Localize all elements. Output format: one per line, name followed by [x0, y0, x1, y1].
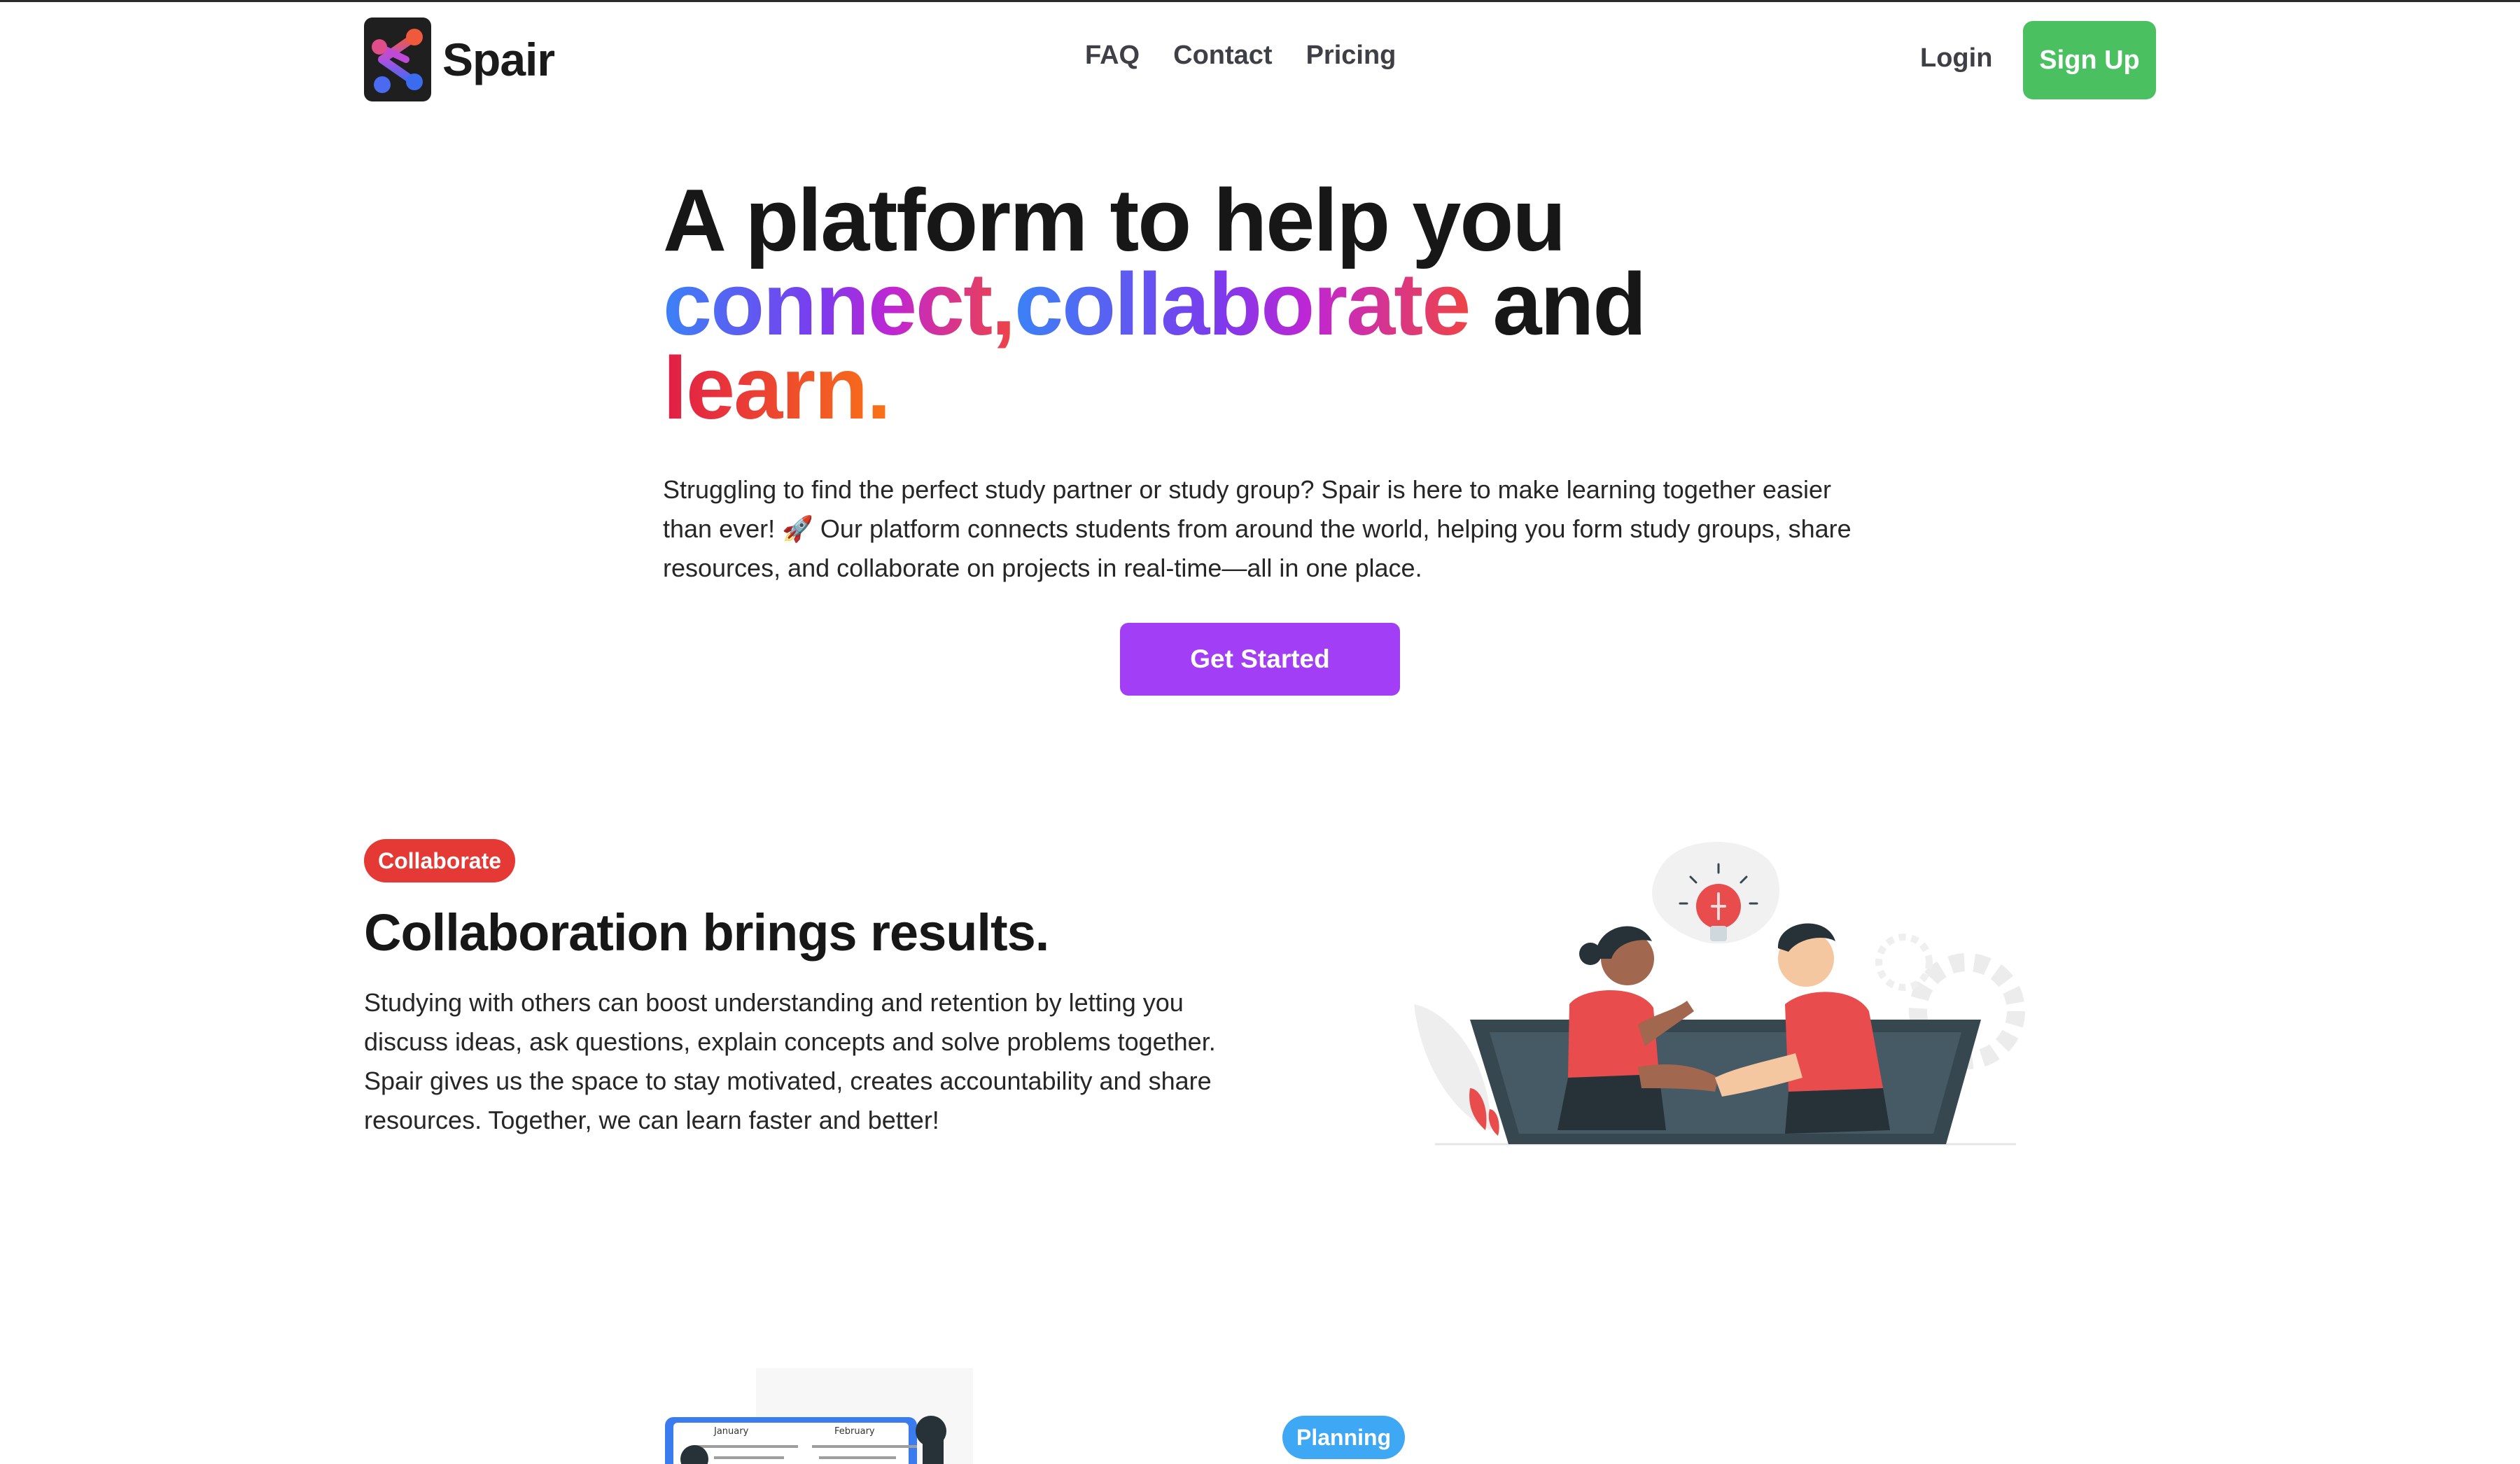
- planning-badge: Planning: [1282, 1416, 1406, 1459]
- collaborate-title: Collaboration brings results.: [364, 903, 1049, 962]
- calendar-month-january: January: [713, 1426, 749, 1437]
- hero-title-learn: learn.: [663, 339, 891, 437]
- hero-title-and: and: [1469, 255, 1646, 353]
- hero-description: Struggling to find the perfect study par…: [663, 475, 1851, 582]
- hero-section: A platform to help you connect,collabora…: [663, 176, 1923, 432]
- top-navbar: Spair FAQ Contact Pricing Login Sign Up: [0, 0, 2520, 119]
- nav-link-pricing[interactable]: Pricing: [1306, 41, 1396, 71]
- login-link[interactable]: Login: [1920, 43, 1992, 73]
- nav-link-contact[interactable]: Contact: [1173, 41, 1272, 71]
- hero-title: A platform to help you connect,collabora…: [663, 176, 1923, 432]
- calendar-month-february: February: [834, 1426, 875, 1437]
- collaborate-description: Studying with others can boost understan…: [364, 988, 1216, 1134]
- hero-title-collaborate: collaborate: [1014, 255, 1471, 353]
- get-started-button[interactable]: Get Started: [1120, 623, 1400, 696]
- nav-links: FAQ Contact Pricing: [1085, 41, 1396, 71]
- collaborate-badge: Collaborate: [364, 839, 516, 882]
- brand-name: Spair: [442, 34, 555, 85]
- signup-button[interactable]: Sign Up: [2023, 21, 2156, 99]
- collaboration-illustration: [1407, 836, 2037, 1158]
- nav-link-faq[interactable]: FAQ: [1085, 41, 1140, 71]
- planning-illustration: January February: [609, 1368, 973, 1464]
- brand-logo[interactable]: Spair: [364, 17, 555, 101]
- spair-logo-icon: [364, 17, 431, 101]
